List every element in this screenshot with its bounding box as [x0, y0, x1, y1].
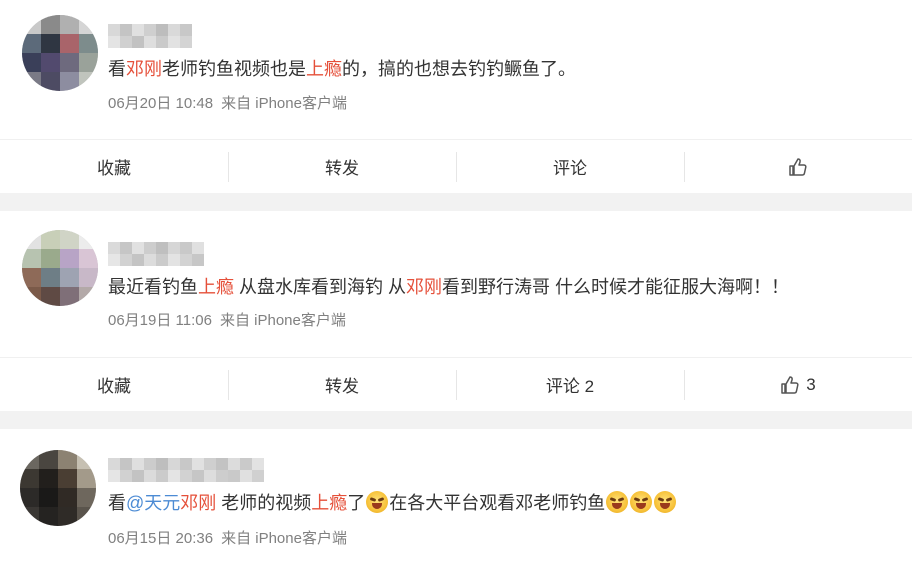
like-button[interactable]: 3	[684, 358, 912, 411]
comment-button[interactable]: 评论	[456, 140, 684, 193]
like-button[interactable]	[684, 140, 912, 193]
post-meta: 06月20日 10:48 来自 iPhone客户端	[108, 92, 355, 113]
post-text: 看@天元邓刚 老师的视频上瘾了 在各大平台观看邓老师钓鱼	[108, 490, 677, 516]
separator	[0, 193, 912, 211]
repost-button[interactable]: 转发	[228, 358, 456, 411]
post-actions: 收藏 转发 评论	[0, 139, 912, 193]
post-source: 来自 iPhone客户端	[219, 312, 346, 329]
keyword-highlight: 上瘾	[311, 493, 348, 513]
like-count: 3	[806, 374, 816, 394]
laugh-cry-emoji-icon	[366, 491, 389, 513]
post-3: 看@天元邓刚 老师的视频上瘾了 在各大平台观看邓老师钓鱼 06月15日 20:36…	[0, 429, 912, 563]
keyword-highlight: 上瘾	[306, 59, 342, 79]
avatar[interactable]	[22, 15, 98, 91]
separator	[0, 411, 912, 429]
avatar[interactable]	[20, 450, 96, 526]
user-mention[interactable]: @天元	[126, 493, 180, 513]
keyword-highlight[interactable]: 邓刚	[126, 59, 162, 79]
username[interactable]	[108, 458, 264, 482]
username[interactable]	[108, 242, 204, 266]
post-text: 最近看钓鱼上瘾 从盘水库看到海钓 从邓刚看到野行涛哥 什么时候才能征服大海啊！！	[108, 277, 790, 297]
post-actions: 收藏 转发 评论 2 3	[0, 357, 912, 411]
laugh-cry-emoji-icon	[630, 491, 653, 513]
laugh-cry-emoji-icon	[606, 491, 629, 513]
post-meta: 06月15日 20:36 来自 iPhone客户端	[108, 527, 355, 548]
post-2: 最近看钓鱼上瘾 从盘水库看到海钓 从邓刚看到野行涛哥 什么时候才能征服大海啊！！…	[0, 211, 912, 357]
comment-button[interactable]: 评论 2	[456, 358, 684, 411]
post-text: 看邓刚老师钓鱼视频也是上瘾的，搞的也想去钓钓鳜鱼了。	[108, 59, 576, 79]
post-date[interactable]: 06月19日 11:06	[108, 312, 212, 329]
collect-button[interactable]: 收藏	[0, 140, 228, 193]
username[interactable]	[108, 24, 192, 48]
keyword-highlight: 上瘾	[198, 277, 234, 297]
post-source: 来自 iPhone客户端	[221, 95, 347, 112]
post-1: 看邓刚老师钓鱼视频也是上瘾的，搞的也想去钓钓鳜鱼了。 06月20日 10:48 来…	[0, 0, 912, 141]
thumbs-up-icon	[781, 375, 799, 394]
thumbs-up-icon	[789, 157, 807, 176]
keyword-highlight[interactable]: 邓刚	[406, 277, 442, 297]
repost-button[interactable]: 转发	[228, 140, 456, 193]
post-date[interactable]: 06月20日 10:48	[108, 95, 213, 112]
laugh-cry-emoji-icon	[654, 491, 677, 513]
post-date[interactable]: 06月15日 20:36	[108, 530, 213, 547]
collect-button[interactable]: 收藏	[0, 358, 228, 411]
post-source: 来自 iPhone客户端	[221, 530, 347, 547]
post-meta: 06月19日 11:06 来自 iPhone客户端	[108, 309, 354, 330]
avatar[interactable]	[22, 230, 98, 306]
keyword-highlight: 邓刚	[180, 493, 217, 513]
